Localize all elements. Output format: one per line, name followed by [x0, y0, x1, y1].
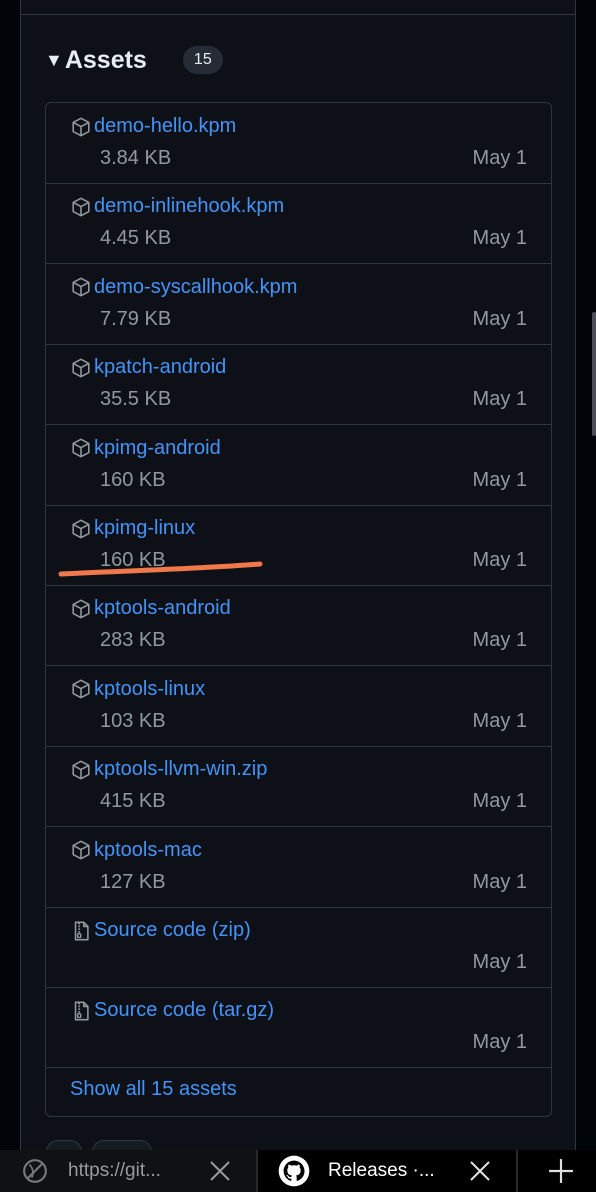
- divider: [21, 14, 575, 15]
- asset-size: 127 KB: [100, 870, 166, 893]
- package-icon: [72, 679, 90, 699]
- asset-row: Source code (tar.gz) May 1: [46, 987, 551, 1069]
- asset-date: May 1: [472, 227, 527, 250]
- asset-download-link[interactable]: demo-hello.kpm: [70, 115, 236, 138]
- assets-title: Assets: [64, 45, 147, 74]
- asset-download-link[interactable]: kptools-android: [70, 597, 231, 620]
- asset-date: May 1: [472, 388, 527, 411]
- asset-date: May 1: [472, 307, 527, 330]
- tab-label: Releases ·...: [328, 1160, 435, 1181]
- asset-row: kpatch-android 35.5 KB May 1: [46, 344, 551, 426]
- asset-date: May 1: [472, 549, 527, 571]
- asset-size: 283 KB: [100, 629, 166, 652]
- asset-download-link[interactable]: kpatch-android: [70, 356, 226, 379]
- asset-date: May 1: [472, 790, 527, 813]
- asset-size: 3.84 KB: [100, 147, 172, 169]
- asset-name: kptools-android: [94, 597, 231, 620]
- asset-download-link[interactable]: kpimg-linux: [70, 517, 195, 540]
- close-icon[interactable]: [468, 1159, 492, 1183]
- asset-row: kptools-linux 103 KB May 1: [46, 666, 551, 747]
- browser-tab-bar: https://git... Releases ·...: [0, 1150, 596, 1192]
- file-zip-icon: [74, 921, 89, 940]
- asset-date: May 1: [472, 1031, 527, 1054]
- asset-date: May 1: [472, 147, 527, 169]
- package-icon: [72, 519, 90, 538]
- asset-row: demo-hello.kpm 3.84 KB May 1: [46, 103, 551, 184]
- asset-download-link[interactable]: kptools-llvm-win.zip: [70, 758, 267, 781]
- package-icon: [72, 197, 90, 217]
- plus-icon[interactable]: [548, 1158, 574, 1184]
- asset-download-link[interactable]: demo-inlinehook.kpm: [70, 195, 284, 218]
- asset-name: kpatch-android: [94, 356, 227, 379]
- asset-row: kpimg-android 160 KB May 1: [46, 425, 551, 506]
- asset-name: kptools-mac: [94, 838, 202, 861]
- asset-download-link[interactable]: Source code (tar.gz): [70, 999, 274, 1022]
- assets-count-badge: 15: [182, 46, 223, 74]
- globe-icon: [23, 1159, 47, 1183]
- package-icon: [72, 438, 90, 458]
- scrollbar[interactable]: [592, 312, 596, 436]
- asset-download-link[interactable]: kptools-linux: [70, 678, 205, 701]
- asset-date: May 1: [472, 629, 527, 652]
- asset-download-link[interactable]: demo-syscallhook.kpm: [70, 276, 297, 299]
- asset-date: May 1: [472, 870, 527, 893]
- tab-label: https://git...: [68, 1160, 161, 1181]
- asset-name: kpimg-android: [94, 436, 221, 459]
- show-all-assets-link[interactable]: Show all 15 assets: [70, 1078, 237, 1101]
- package-icon: [72, 840, 90, 860]
- asset-row: demo-syscallhook.kpm 7.79 KB May 1: [46, 264, 551, 345]
- tab-url[interactable]: https://git...: [0, 1150, 256, 1192]
- asset-download-link[interactable]: kpimg-android: [70, 437, 221, 460]
- asset-date: May 1: [472, 951, 527, 973]
- asset-size: 35.5 KB: [100, 388, 172, 411]
- asset-size: 7.79 KB: [100, 307, 172, 330]
- asset-date: May 1: [472, 468, 527, 491]
- package-icon: [72, 277, 90, 297]
- asset-size: 4.45 KB: [100, 227, 172, 250]
- asset-row: kptools-llvm-win.zip 415 KB May 1: [46, 746, 551, 828]
- asset-size: 160 KB: [100, 468, 166, 491]
- package-icon: [72, 760, 90, 780]
- caret-down-icon: ▼: [45, 50, 63, 70]
- package-icon: [72, 358, 90, 378]
- tab-separator: [516, 1150, 518, 1192]
- asset-row: kptools-mac 127 KB May 1: [46, 827, 551, 908]
- asset-row: demo-inlinehook.kpm 4.45 KB May 1: [46, 183, 551, 265]
- asset-row: kptools-android 283 KB May 1: [46, 585, 551, 667]
- file-zip-icon: [74, 1001, 89, 1021]
- assets-list: demo-hello.kpm 3.84 KB May 1 demo-inlinehoo…: [45, 102, 552, 1117]
- asset-size: 415 KB: [100, 790, 166, 813]
- tab-releases[interactable]: Releases ·...: [258, 1150, 516, 1192]
- asset-name: Source code (tar.gz): [94, 999, 275, 1022]
- asset-name: kpimg-linux: [94, 517, 196, 539]
- highlight-underline: [58, 561, 263, 577]
- package-icon: [72, 117, 90, 136]
- assets-toggle[interactable]: ▼ Assets 15: [45, 42, 223, 78]
- asset-name: kptools-linux: [94, 677, 206, 700]
- asset-name: Source code (zip): [94, 919, 251, 941]
- github-icon: [278, 1155, 310, 1187]
- asset-download-link[interactable]: Source code (zip): [70, 919, 251, 942]
- close-icon[interactable]: [208, 1159, 232, 1183]
- package-icon: [72, 599, 90, 619]
- asset-name: demo-hello.kpm: [94, 115, 237, 137]
- asset-name: demo-inlinehook.kpm: [94, 195, 285, 218]
- asset-date: May 1: [472, 709, 527, 732]
- asset-row: Source code (zip) May 1: [46, 907, 551, 988]
- asset-name: kptools-llvm-win.zip: [94, 758, 268, 781]
- asset-download-link[interactable]: kptools-mac: [70, 839, 202, 862]
- asset-size: 103 KB: [100, 709, 166, 732]
- asset-name: demo-syscallhook.kpm: [94, 275, 298, 298]
